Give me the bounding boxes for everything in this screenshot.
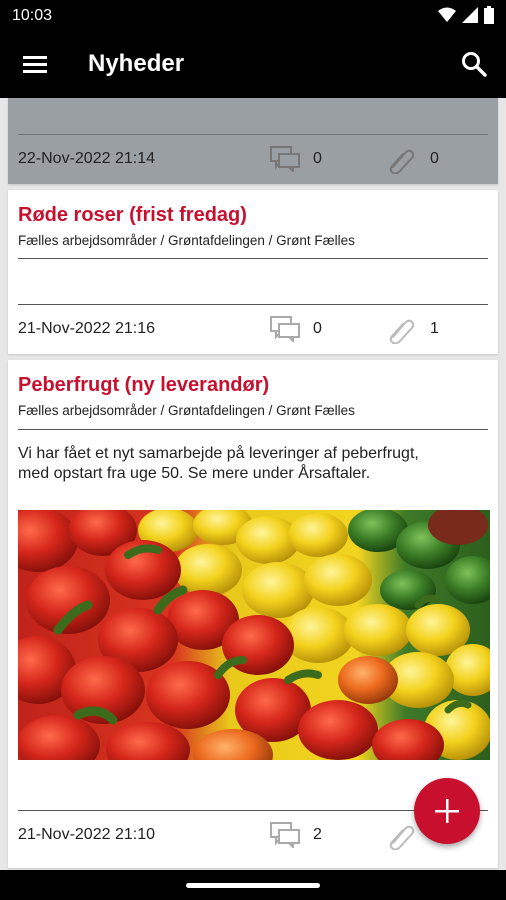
divider <box>18 429 488 430</box>
post-body: Vi har fået et nyt samarbejde på leverin… <box>18 444 488 484</box>
divider <box>18 258 488 259</box>
comment-count: 2 <box>313 826 322 843</box>
bell-peppers-photo[interactable] <box>18 510 490 760</box>
system-nav-bar <box>0 870 506 900</box>
comment-count: 0 <box>313 150 322 167</box>
wifi-icon <box>438 7 456 22</box>
page-title: Nyheder <box>88 50 185 77</box>
post-path: Fælles arbejdsområder / Grøntafdelingen … <box>18 233 355 248</box>
attachment-icon[interactable] <box>386 314 416 344</box>
post-body-line: Vi har fået et nyt samarbejde på leverin… <box>18 445 419 462</box>
status-bar: 10:03 <box>0 0 506 32</box>
comments-icon[interactable] <box>270 146 300 172</box>
battery-icon <box>484 6 494 24</box>
post-date: 22-Nov-2022 21:14 <box>18 150 155 167</box>
post-date: 21-Nov-2022 21:16 <box>18 320 155 337</box>
attachment-count: 1 <box>430 320 439 337</box>
plus-icon <box>435 799 459 823</box>
comment-count: 0 <box>313 320 322 337</box>
bell-peppers-illustration <box>18 510 490 760</box>
attachment-icon[interactable] <box>386 144 416 174</box>
news-card[interactable]: Røde roser (frist fredag) Fælles arbejds… <box>8 190 498 354</box>
add-post-button[interactable] <box>414 778 480 844</box>
divider <box>18 304 488 305</box>
news-card[interactable]: 22-Nov-2022 21:14 0 0 <box>8 98 498 184</box>
comments-icon[interactable] <box>270 822 300 848</box>
attachment-count: 0 <box>430 150 439 167</box>
menu-icon[interactable] <box>22 52 48 78</box>
post-title[interactable]: Røde roser (frist fredag) <box>18 204 247 227</box>
post-path: Fælles arbejdsområder / Grøntafdelingen … <box>18 403 355 418</box>
post-date: 21-Nov-2022 21:10 <box>18 826 155 843</box>
app-bar: Nyheder <box>0 32 506 98</box>
comments-icon[interactable] <box>270 316 300 342</box>
home-gesture-handle[interactable] <box>186 883 320 888</box>
signal-icon <box>462 7 478 23</box>
status-time: 10:03 <box>12 7 53 24</box>
news-feed[interactable]: 22-Nov-2022 21:14 0 0 Røde roser (frist … <box>0 98 506 870</box>
divider <box>18 134 488 135</box>
post-title[interactable]: Peberfrugt (ny leverandør) <box>18 374 269 397</box>
search-icon[interactable] <box>460 50 488 78</box>
post-body-line: med opstart fra uge 50. Se mere under År… <box>18 465 371 482</box>
status-icons <box>438 6 494 24</box>
attachment-icon[interactable] <box>386 820 416 850</box>
